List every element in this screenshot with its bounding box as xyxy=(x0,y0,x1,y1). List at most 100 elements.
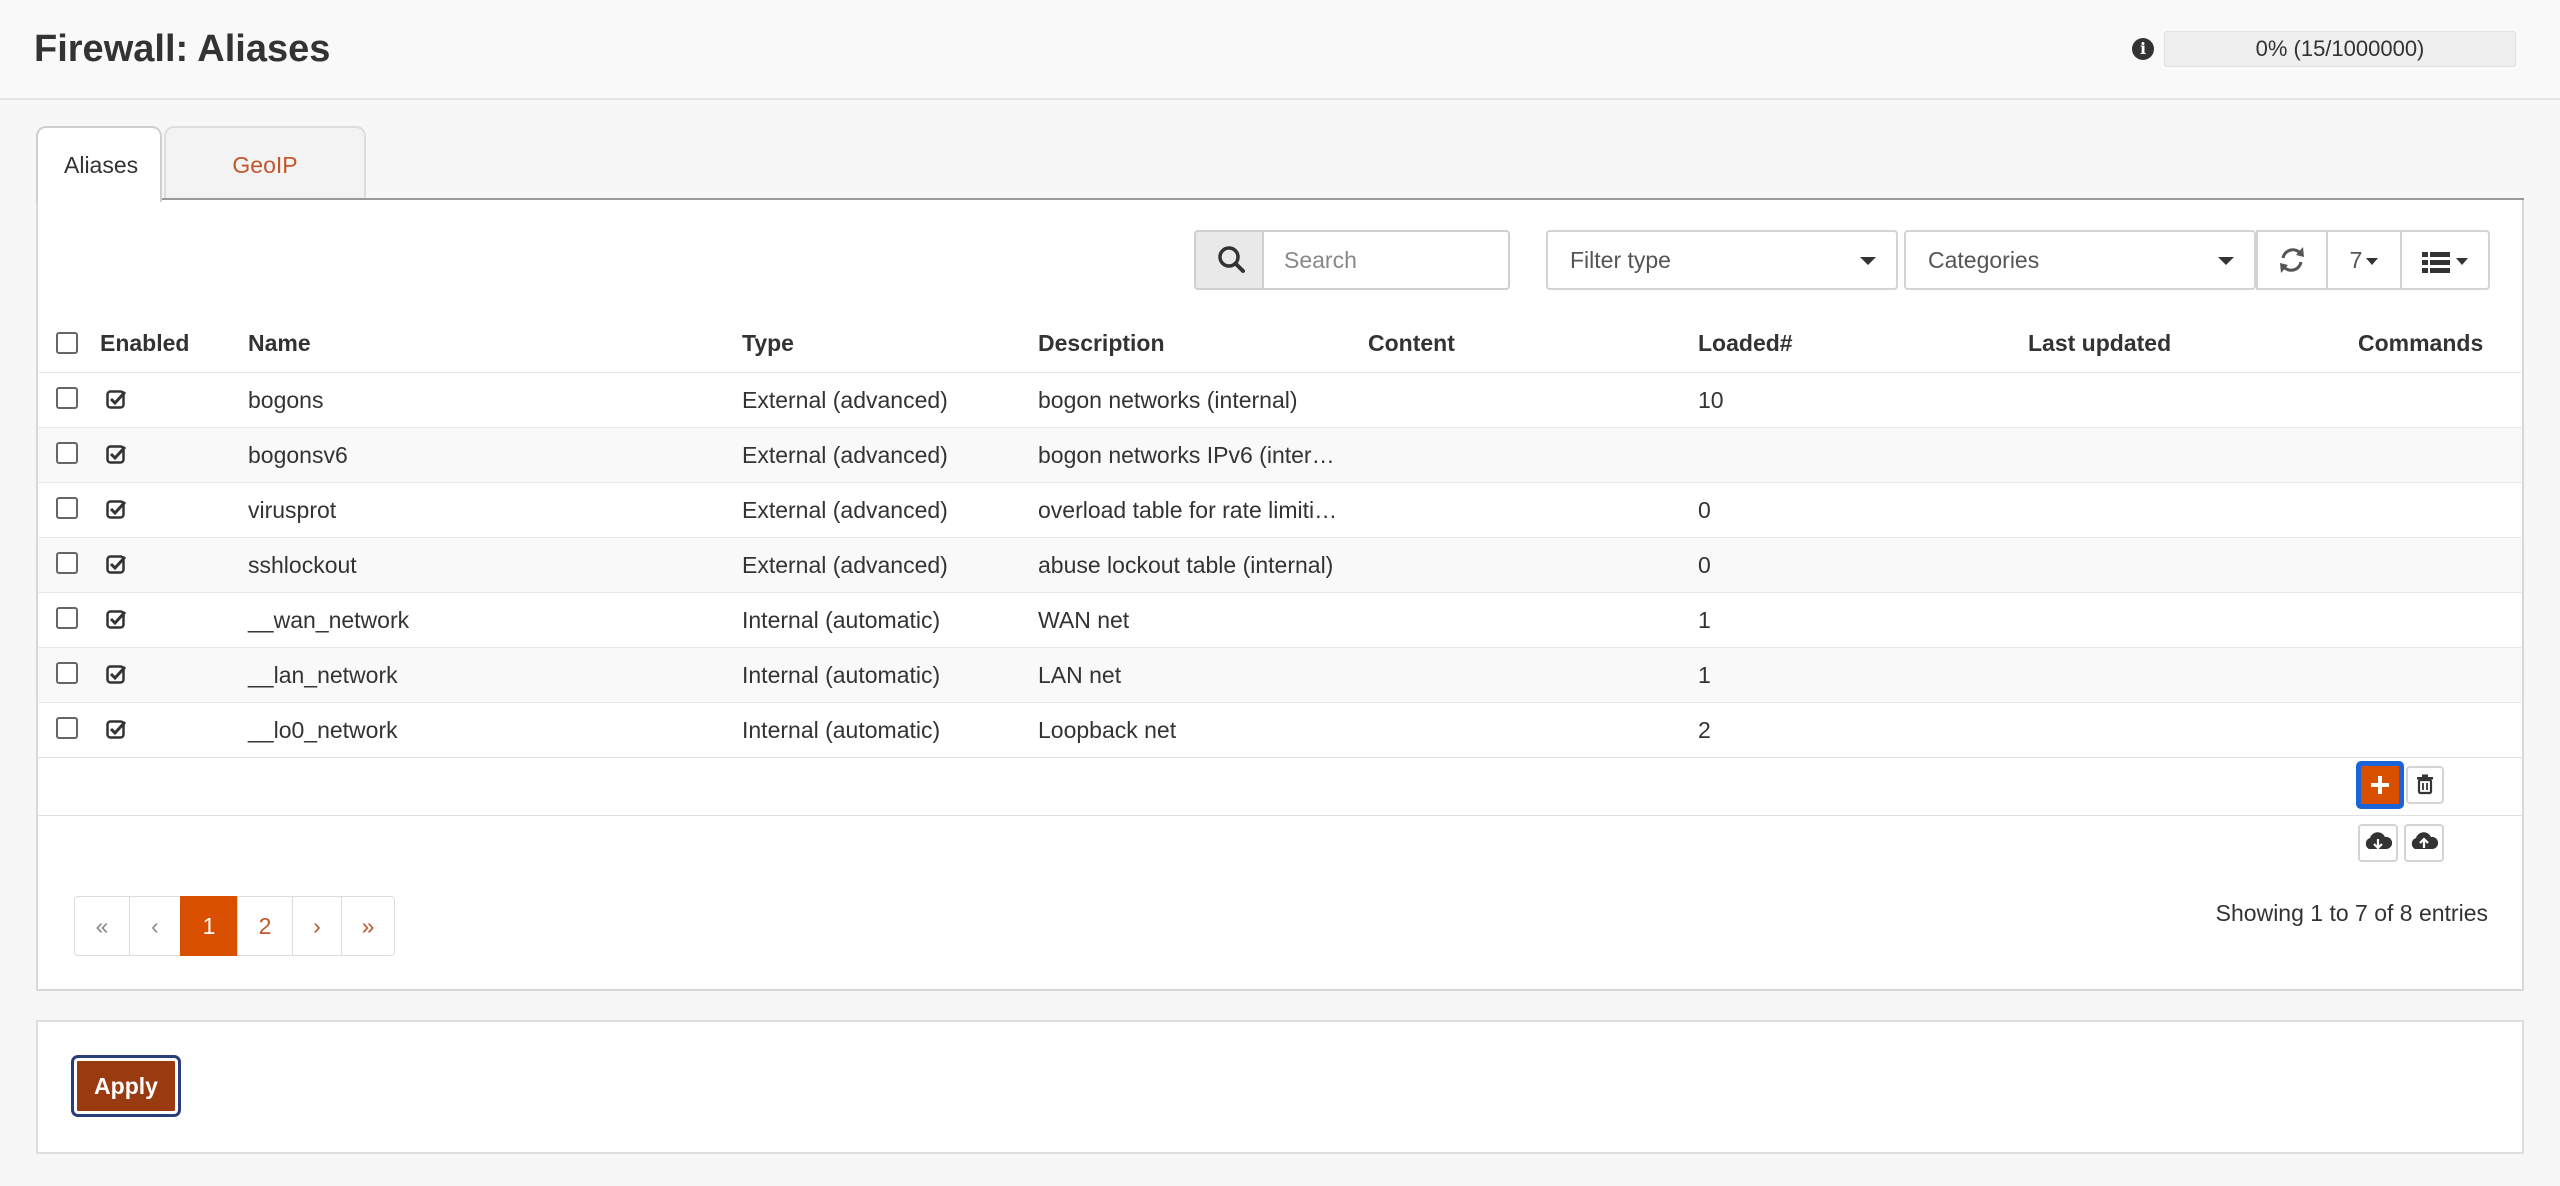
page-size-value: 7 xyxy=(2349,247,2363,273)
cloud-download-icon xyxy=(2365,832,2393,850)
page-2-button[interactable]: 2 xyxy=(237,896,293,956)
alias-name: bogons xyxy=(248,387,324,413)
import-export-row xyxy=(38,815,2522,873)
column-header-loaded[interactable]: Loaded# xyxy=(1698,330,1793,357)
filter-type-select[interactable]: Filter type xyxy=(1546,230,1898,290)
alias-loaded: 0 xyxy=(1698,497,1711,523)
checked-square-icon[interactable] xyxy=(106,718,128,740)
checked-square-icon[interactable] xyxy=(106,443,128,465)
alias-description: LAN net xyxy=(1038,662,1122,688)
refresh-icon xyxy=(2280,247,2304,273)
alias-type: Internal (automatic) xyxy=(742,717,941,743)
alias-description: bogon networks (internal) xyxy=(1038,387,1298,413)
checked-square-icon[interactable] xyxy=(106,608,128,630)
select-all-checkbox[interactable] xyxy=(56,332,78,354)
column-header-last-updated[interactable]: Last updated xyxy=(2028,330,2171,357)
table-row[interactable]: sshlockout External (advanced) abuse loc… xyxy=(38,537,2522,592)
alias-description: abuse lockout table (internal) xyxy=(1038,552,1334,578)
aliases-panel: Filter type Categories 7 Enabl xyxy=(36,198,2524,991)
search-input[interactable] xyxy=(1262,230,1510,290)
top-bar: Firewall: Aliases i 0% (15/1000000) xyxy=(0,0,2560,100)
next-page-button[interactable]: › xyxy=(292,896,342,956)
alias-type: External (advanced) xyxy=(742,387,948,413)
alias-name: __lo0_network xyxy=(248,717,398,743)
add-alias-button[interactable] xyxy=(2358,763,2402,807)
column-header-type[interactable]: Type xyxy=(742,330,794,357)
first-page-button[interactable]: « xyxy=(74,896,130,956)
table-row[interactable]: __wan_network Internal (automatic) WAN n… xyxy=(38,592,2522,647)
checked-square-icon[interactable] xyxy=(106,553,128,575)
trash-icon xyxy=(2417,774,2433,795)
upload-button[interactable] xyxy=(2404,824,2444,862)
alias-description: Loopback net xyxy=(1038,717,1177,743)
checked-square-icon[interactable] xyxy=(106,498,128,520)
page-1-button[interactable]: 1 xyxy=(180,896,238,956)
column-header-name[interactable]: Name xyxy=(248,330,311,357)
alias-description: bogon networks IPv6 (inter… xyxy=(1038,442,1335,468)
alias-type: Internal (automatic) xyxy=(742,662,941,688)
search-button[interactable] xyxy=(1194,230,1264,290)
alias-loaded: 10 xyxy=(1698,387,1724,413)
row-checkbox[interactable] xyxy=(56,552,78,574)
alias-type: Internal (automatic) xyxy=(742,607,941,633)
tab-aliases[interactable]: Aliases xyxy=(36,126,162,202)
table-header: Enabled Name Type Description Content Lo… xyxy=(38,320,2522,372)
alias-description: WAN net xyxy=(1038,607,1130,633)
alias-loaded: 2 xyxy=(1698,717,1711,743)
plus-icon xyxy=(2371,776,2389,794)
table-row[interactable]: bogonsv6 External (advanced) bogon netwo… xyxy=(38,427,2522,482)
delete-selected-button[interactable] xyxy=(2406,766,2444,804)
table-row[interactable]: __lo0_network Internal (automatic) Loopb… xyxy=(38,702,2522,757)
checked-square-icon[interactable] xyxy=(106,388,128,410)
alias-loaded: 1 xyxy=(1698,607,1711,633)
alias-loaded: 0 xyxy=(1698,552,1711,578)
column-header-enabled[interactable]: Enabled xyxy=(100,330,189,357)
apply-button[interactable]: Apply xyxy=(71,1055,181,1117)
alias-type: External (advanced) xyxy=(742,497,948,523)
checked-square-icon[interactable] xyxy=(106,663,128,685)
page-size-dropdown[interactable]: 7 xyxy=(2326,230,2402,290)
table-row[interactable]: bogons External (advanced) bogon network… xyxy=(38,372,2522,427)
chevron-down-icon xyxy=(2456,258,2468,266)
categories-select[interactable]: Categories xyxy=(1904,230,2256,290)
chevron-down-icon xyxy=(1860,257,1876,265)
alias-name: __wan_network xyxy=(248,607,410,633)
row-checkbox[interactable] xyxy=(56,442,78,464)
page-title: Firewall: Aliases xyxy=(34,28,331,70)
info-icon[interactable]: i xyxy=(2132,38,2154,60)
row-checkbox[interactable] xyxy=(56,607,78,629)
alias-type: External (advanced) xyxy=(742,552,948,578)
row-checkbox[interactable] xyxy=(56,387,78,409)
search-icon xyxy=(1218,246,1245,273)
chevron-down-icon xyxy=(2218,257,2234,265)
table-row[interactable]: virusprot External (advanced) overload t… xyxy=(38,482,2522,537)
previous-page-button[interactable]: ‹ xyxy=(129,896,181,956)
column-header-description[interactable]: Description xyxy=(1038,330,1165,357)
alias-usage-bar: 0% (15/1000000) xyxy=(2164,31,2516,67)
table-row[interactable]: __lan_network Internal (automatic) LAN n… xyxy=(38,647,2522,702)
row-checkbox[interactable] xyxy=(56,717,78,739)
alias-name: sshlockout xyxy=(248,552,357,578)
cloud-upload-icon xyxy=(2411,832,2439,849)
row-checkbox[interactable] xyxy=(56,662,78,684)
column-header-content[interactable]: Content xyxy=(1368,330,1455,357)
row-checkbox[interactable] xyxy=(56,497,78,519)
alias-type: External (advanced) xyxy=(742,442,948,468)
alias-loaded: 1 xyxy=(1698,662,1711,688)
alias-name: virusprot xyxy=(248,497,337,523)
column-header-commands: Commands xyxy=(2358,330,2484,356)
alias-name: bogonsv6 xyxy=(248,442,348,468)
table-command-row xyxy=(38,757,2522,815)
apply-panel: Apply xyxy=(36,1020,2524,1154)
tab-geoip-settings[interactable]: GeoIP settings xyxy=(164,126,366,252)
categories-label: Categories xyxy=(1928,247,2040,273)
download-button[interactable] xyxy=(2358,824,2398,862)
alias-description: overload table for rate limiti… xyxy=(1038,497,1338,523)
usage-text: 0% (15/1000000) xyxy=(2255,36,2425,61)
filter-type-label: Filter type xyxy=(1570,247,1671,273)
refresh-button[interactable] xyxy=(2256,230,2328,290)
alias-name: __lan_network xyxy=(248,662,398,688)
last-page-button[interactable]: » xyxy=(341,896,395,956)
entries-info: Showing 1 to 7 of 8 entries xyxy=(2215,900,2488,926)
column-selection-dropdown[interactable] xyxy=(2400,230,2490,290)
